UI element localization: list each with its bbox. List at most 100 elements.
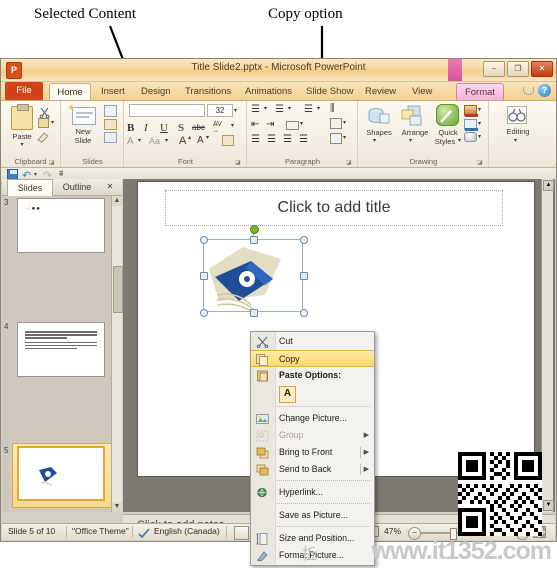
menu-item-change-picture[interactable]: Change Picture... [251,410,374,427]
grow-font-button[interactable]: A [179,135,186,147]
increase-indent-icon[interactable]: ⇥ [266,119,274,130]
align-right-icon[interactable]: ☰ [283,134,292,145]
copy-dropdown-arrow[interactable]: ▾ [51,119,54,126]
pane-tab-outline[interactable]: Outline [54,179,100,195]
selected-picture[interactable] [200,225,308,317]
numbering-icon[interactable]: ☰ [275,104,284,115]
menu-item-hyperlink[interactable]: Hyperlink... [251,484,374,501]
scroll-down-arrow[interactable]: ▼ [112,502,122,512]
quick-styles-label-line1[interactable]: Quick [432,128,464,137]
tab-slide-show[interactable]: Slide Show [300,83,360,100]
clipboard-dialog-launcher[interactable]: ◪ [49,159,56,166]
change-case-button[interactable]: Aa [149,136,160,146]
tab-animations[interactable]: Animations [239,83,298,100]
resize-handle-sw[interactable] [200,309,208,317]
close-button[interactable]: ✕ [531,61,553,77]
tab-insert[interactable]: Insert [95,83,131,100]
menu-item-save-as-picture[interactable]: Save as Picture... [251,507,374,524]
shape-outline-icon[interactable] [464,119,478,131]
text-direction-icon[interactable]: ⫼ [330,103,335,114]
layout-icon[interactable] [104,105,117,117]
underline-button[interactable]: U [160,122,168,134]
paste-button-label[interactable]: Paste [6,132,38,141]
cut-scissors-icon[interactable] [39,105,50,119]
font-color-dropdown-arrow[interactable]: ▾ [138,137,141,144]
spellcheck-icon[interactable] [138,526,150,539]
zoom-level[interactable]: 47% [384,526,401,536]
canvas-scrollbar[interactable]: ▲ ▼ [541,179,554,512]
slide-thumbnail-list[interactable]: 3 ·:●● 4 5 [2,196,112,512]
find-binoculars-icon[interactable] [507,106,527,124]
shape-effects-dropdown-arrow[interactable]: ▾ [478,133,481,140]
font-name-box[interactable] [129,104,205,117]
bullets-icon[interactable]: ☰ [251,104,260,115]
align-left-icon[interactable]: ☰ [251,134,260,145]
new-slide-label-line1[interactable]: New [65,127,101,136]
submenu-arrow-icon[interactable]: ▶ [364,461,369,478]
spacing-dropdown-arrow[interactable]: ▾ [231,122,234,129]
numbering-dropdown-arrow[interactable]: ▾ [288,105,291,112]
bullets-dropdown-arrow[interactable]: ▾ [264,105,267,112]
quick-styles-label-line2[interactable]: Styles [429,137,461,146]
list-item-selected[interactable]: 5 [2,443,112,508]
title-placeholder[interactable]: Click to add title [165,190,503,226]
font-size-box[interactable]: 32 [207,104,233,117]
language-indicator[interactable]: English (Canada) [154,526,220,536]
shape-outline-dropdown-arrow[interactable]: ▾ [478,120,481,127]
quick-styles-dropdown-arrow[interactable]: ▾ [458,137,461,144]
submenu-arrow-icon[interactable]: ▶ [364,444,369,461]
list-item[interactable]: 3 ·:●● [2,196,112,258]
new-slide-label-line2[interactable]: Slide [65,136,101,145]
context-menu[interactable]: Cut Copy Paste Options: A Change Picture… [250,331,375,566]
drawing-dialog-launcher[interactable]: ◪ [477,159,484,166]
columns-dropdown-arrow[interactable]: ▾ [300,120,303,127]
italic-button[interactable]: I [144,122,148,134]
arrange-dropdown-arrow[interactable]: ▾ [409,137,412,144]
format-painter-icon[interactable] [37,130,50,143]
close-pane-icon[interactable]: ✕ [102,179,118,195]
shape-fill-dropdown-arrow[interactable]: ▾ [478,106,481,113]
quick-styles-icon[interactable] [436,104,459,126]
smartart-dropdown-arrow[interactable]: ▾ [343,134,346,141]
change-case-dropdown-arrow[interactable]: ▾ [165,137,168,144]
tab-format[interactable]: Format [456,83,504,100]
resize-handle-n[interactable] [250,236,258,244]
menu-item-send-to-back[interactable]: Send to Back ▶ [251,461,374,478]
customize-icon[interactable]: ⩩ [59,169,63,179]
justify-icon[interactable]: ☰ [299,134,308,145]
line-spacing-dropdown-arrow[interactable]: ▾ [317,105,320,112]
shape-fill-icon[interactable] [464,105,478,117]
line-spacing-icon[interactable]: ☰ [304,104,313,115]
character-spacing-button[interactable]: AV [213,121,222,128]
resize-handle-se[interactable] [300,309,308,317]
thumbnail-image[interactable] [17,322,105,377]
clear-formatting-icon[interactable] [222,135,234,146]
decrease-indent-icon[interactable]: ⇤ [251,119,259,130]
paste-keep-text-icon[interactable]: A [279,386,296,403]
resize-handle-ne[interactable] [300,236,308,244]
paste-dropdown-arrow[interactable]: ▾ [15,141,29,148]
copy-ribbon-icon[interactable] [38,118,49,128]
resize-handle-w[interactable] [200,272,208,280]
help-icon[interactable]: ? [538,84,551,97]
view-normal-button[interactable] [234,526,249,540]
canvas-scroll-down[interactable]: ▼ [543,500,554,511]
text-shadow-button[interactable]: S [178,122,184,134]
font-color-button[interactable]: A [127,136,134,147]
minimize-button[interactable]: – [483,61,505,77]
paragraph-dialog-launcher[interactable]: ◪ [346,159,353,166]
rotation-handle[interactable] [250,225,259,234]
undo-dropdown-arrow[interactable]: ▾ [34,171,37,178]
tab-view[interactable]: View [406,83,438,100]
theme-name[interactable]: "Office Theme" [72,526,129,536]
tab-home[interactable]: Home [49,83,91,100]
align-center-icon[interactable]: ☰ [267,134,276,145]
shrink-font-button[interactable]: A [197,135,204,146]
arrange-icon[interactable] [401,105,425,127]
convert-smartart-icon[interactable] [330,133,342,144]
section-icon[interactable] [104,132,117,143]
tab-file[interactable]: File [5,82,43,100]
pane-tab-slides[interactable]: Slides [7,179,53,196]
shapes-dropdown-arrow[interactable]: ▾ [373,137,376,144]
tab-design[interactable]: Design [135,83,177,100]
